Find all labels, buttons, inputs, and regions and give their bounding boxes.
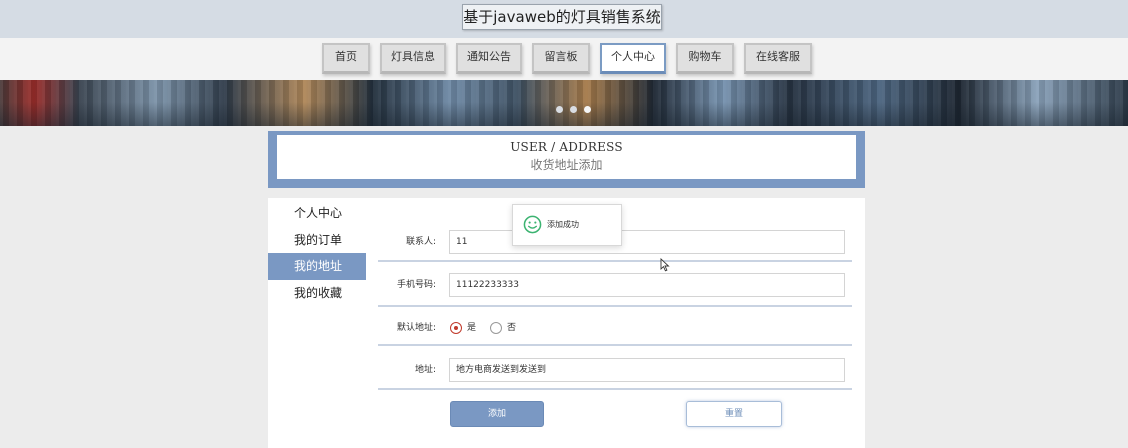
contact-label: 联系人: <box>405 237 436 247</box>
carousel-dot[interactable] <box>570 106 577 113</box>
add-button[interactable]: 添加 <box>450 401 544 427</box>
site-header: 基于javaweb的灯具销售系统 <box>0 0 1128 38</box>
sidebar-item-my-orders[interactable]: 我的订单 <box>268 227 366 254</box>
default-address-label: 默认地址: <box>396 323 436 333</box>
sidebar-item-my-favorites[interactable]: 我的收藏 <box>268 280 366 307</box>
nav-bar: 首页 灯具信息 通知公告 留言板 个人中心 购物车 在线客服 <box>0 38 1128 80</box>
banner-image <box>0 80 1128 126</box>
radio-default-no[interactable] <box>490 322 502 334</box>
radio-default-yes-label: 是 <box>467 323 477 333</box>
form-row-phone: 手机号码: 11122233333 <box>378 263 852 307</box>
nav-item-cart[interactable]: 购物车 <box>676 43 734 74</box>
form-row-default-address: 默认地址: 是 否 <box>378 306 852 346</box>
carousel-dot[interactable] <box>556 106 563 113</box>
nav-item-notices[interactable]: 通知公告 <box>456 43 522 74</box>
phone-label: 手机号码: <box>396 280 436 290</box>
carousel-dot-active[interactable] <box>584 106 591 113</box>
toast-message: 添加成功 <box>547 220 579 229</box>
mouse-cursor-icon <box>660 258 670 272</box>
nav-item-lamp-info[interactable]: 灯具信息 <box>380 43 446 74</box>
form-row-address: 地址: 地方电商发送到发送到 <box>378 346 852 390</box>
nav-item-online-service[interactable]: 在线客服 <box>744 43 812 74</box>
sidebar-item-my-address[interactable]: 我的地址 <box>268 253 366 280</box>
reset-button[interactable]: 重置 <box>686 401 782 427</box>
nav-item-personal-center[interactable]: 个人中心 <box>600 43 666 74</box>
phone-input[interactable]: 11122233333 <box>449 273 845 297</box>
page-title-card: USER / ADDRESS 收货地址添加 <box>268 131 865 188</box>
page-title-en: USER / ADDRESS <box>510 140 623 154</box>
contact-input[interactable]: 11 <box>449 230 845 254</box>
radio-default-yes[interactable] <box>450 322 462 334</box>
sidebar-item-personal-center[interactable]: 个人中心 <box>268 200 366 227</box>
site-title: 基于javaweb的灯具销售系统 <box>462 4 662 30</box>
nav-item-message-board[interactable]: 留言板 <box>532 43 590 74</box>
smile-icon <box>523 215 542 234</box>
page-title-cn: 收货地址添加 <box>530 158 603 172</box>
radio-default-no-label: 否 <box>507 323 517 333</box>
address-label: 地址: <box>414 365 436 375</box>
nav-item-home[interactable]: 首页 <box>322 43 370 74</box>
address-input[interactable]: 地方电商发送到发送到 <box>449 358 845 382</box>
success-toast: 添加成功 <box>512 204 622 246</box>
